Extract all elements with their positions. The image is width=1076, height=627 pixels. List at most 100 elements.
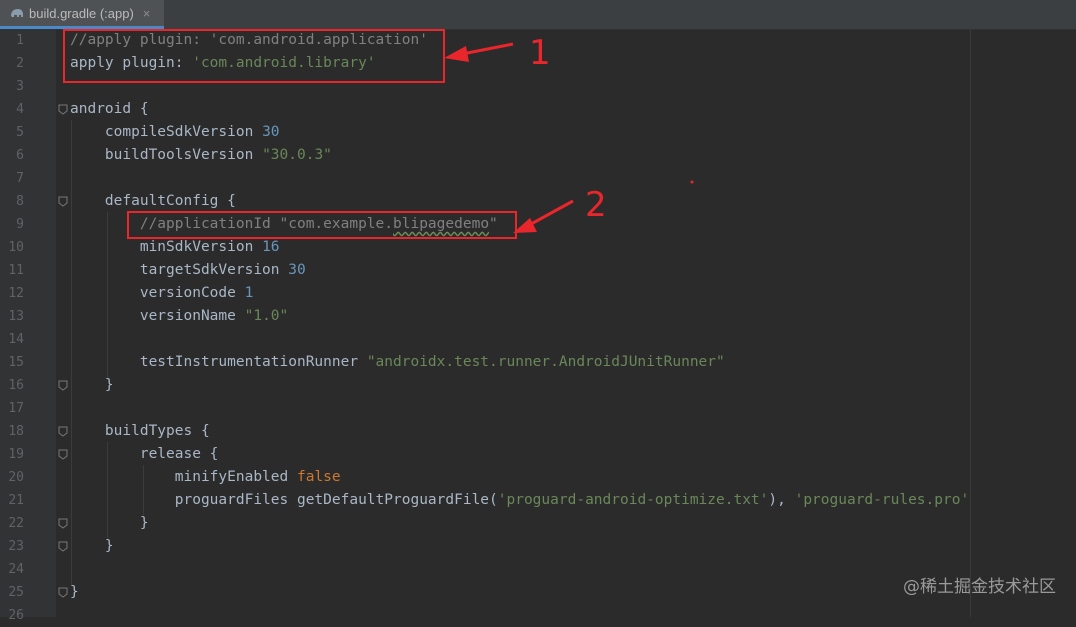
code-text: versionCode 1 bbox=[70, 282, 254, 305]
fold-marker-icon[interactable] bbox=[58, 380, 68, 391]
code-text: release { bbox=[70, 443, 219, 466]
line-number: 13 bbox=[8, 309, 24, 324]
fold-marker-icon[interactable] bbox=[58, 541, 68, 552]
code-token: minSdkVersion bbox=[70, 239, 263, 255]
code-token: targetSdkVersion bbox=[70, 262, 289, 278]
fold-marker-icon[interactable] bbox=[58, 426, 68, 437]
line-number: 23 bbox=[8, 539, 24, 554]
code-text: } bbox=[70, 512, 149, 535]
code-token: defaultConfig { bbox=[70, 193, 236, 209]
line-number: 12 bbox=[8, 286, 24, 301]
code-line: 12 versionCode 1 bbox=[0, 282, 1076, 305]
code-line: 26 bbox=[0, 604, 1076, 627]
fold-marker-icon[interactable] bbox=[58, 518, 68, 529]
code-line: 14 bbox=[0, 328, 1076, 351]
code-line: 17 bbox=[0, 397, 1076, 420]
line-number: 19 bbox=[8, 447, 24, 462]
line-number: 26 bbox=[8, 608, 24, 623]
code-text: proguardFiles getDefaultProguardFile('pr… bbox=[70, 489, 969, 512]
fold-marker-icon[interactable] bbox=[58, 104, 68, 115]
code-token: } bbox=[70, 584, 79, 600]
code-token: 30 bbox=[288, 262, 306, 278]
code-token: buildTypes { bbox=[70, 423, 210, 439]
code-text: compileSdkVersion 30 bbox=[70, 121, 280, 144]
code-token: } bbox=[70, 538, 114, 554]
line-number: 7 bbox=[16, 171, 24, 186]
line-number: 15 bbox=[8, 355, 24, 370]
line-number: 9 bbox=[16, 217, 24, 232]
code-token: buildToolsVersion bbox=[70, 147, 263, 163]
fold-marker-icon[interactable] bbox=[58, 196, 68, 207]
code-line: 11 targetSdkVersion 30 bbox=[0, 259, 1076, 282]
code-line: 23 } bbox=[0, 535, 1076, 558]
tab-title: build.gradle (:app) bbox=[29, 5, 134, 21]
code-text: } bbox=[70, 535, 114, 558]
line-number: 8 bbox=[16, 194, 24, 209]
line-number: 11 bbox=[8, 263, 24, 278]
line-number: 18 bbox=[8, 424, 24, 439]
code-token: "30.0.3" bbox=[262, 147, 332, 163]
code-token: compileSdkVersion bbox=[70, 124, 263, 140]
code-token: release { bbox=[70, 446, 219, 462]
code-line: 7 bbox=[0, 167, 1076, 190]
code-token: android { bbox=[70, 101, 149, 117]
editor-tab-bar: build.gradle (:app) × bbox=[0, 0, 1076, 30]
code-token: 30 bbox=[262, 124, 280, 140]
code-line: 6 buildToolsVersion "30.0.3" bbox=[0, 144, 1076, 167]
watermark: @稀土掘金技术社区 bbox=[903, 577, 1056, 597]
code-token: } bbox=[70, 377, 114, 393]
code-line: 19 release { bbox=[0, 443, 1076, 466]
code-line: 4 android { bbox=[0, 98, 1076, 121]
code-token: "androidx.test.runner.AndroidJUnitRunner… bbox=[366, 354, 725, 370]
code-line: 13 versionName "1.0" bbox=[0, 305, 1076, 328]
code-line: 15 testInstrumentationRunner "androidx.t… bbox=[0, 351, 1076, 374]
code-line: 5 compileSdkVersion 30 bbox=[0, 121, 1076, 144]
code-token: testInstrumentationRunner bbox=[70, 354, 367, 370]
highlight-box-line-1-2 bbox=[63, 29, 445, 83]
code-text: buildTypes { bbox=[70, 420, 210, 443]
close-icon[interactable]: × bbox=[143, 6, 151, 21]
line-number: 10 bbox=[8, 240, 24, 255]
fold-marker-icon[interactable] bbox=[58, 587, 68, 598]
line-number: 2 bbox=[16, 56, 24, 71]
code-token: } bbox=[70, 515, 149, 531]
code-line: 20 minifyEnabled false bbox=[0, 466, 1076, 489]
line-number: 20 bbox=[8, 470, 24, 485]
code-text: buildToolsVersion "30.0.3" bbox=[70, 144, 332, 167]
code-token: versionCode bbox=[70, 285, 245, 301]
code-text: defaultConfig { bbox=[70, 190, 236, 213]
code-token: minifyEnabled bbox=[70, 469, 297, 485]
code-line: 16 } bbox=[0, 374, 1076, 397]
code-token: versionName bbox=[70, 308, 245, 324]
code-token: false bbox=[296, 469, 341, 485]
code-token: "1.0" bbox=[244, 308, 289, 324]
code-token: proguardFiles getDefaultProguardFile( bbox=[70, 492, 498, 508]
code-token: 16 bbox=[262, 239, 280, 255]
code-line: 18 buildTypes { bbox=[0, 420, 1076, 443]
gradle-elephant-icon bbox=[11, 9, 23, 17]
line-number: 22 bbox=[8, 516, 24, 531]
code-text: android { bbox=[70, 98, 149, 121]
code-token: 1 bbox=[244, 285, 254, 301]
code-line: 10 minSdkVersion 16 bbox=[0, 236, 1076, 259]
highlight-box-line-9 bbox=[127, 211, 517, 239]
code-text: versionName "1.0" bbox=[70, 305, 288, 328]
code-text: minifyEnabled false bbox=[70, 466, 341, 489]
line-number: 3 bbox=[16, 79, 24, 94]
line-number: 5 bbox=[16, 125, 24, 140]
line-number: 17 bbox=[8, 401, 24, 416]
code-text: minSdkVersion 16 bbox=[70, 236, 280, 259]
code-text: targetSdkVersion 30 bbox=[70, 259, 306, 282]
code-token: 'proguard-android-optimize.txt' bbox=[497, 492, 769, 508]
line-number: 24 bbox=[8, 562, 24, 577]
fold-marker-icon[interactable] bbox=[58, 449, 68, 460]
line-number: 4 bbox=[16, 102, 24, 117]
line-number: 25 bbox=[8, 585, 24, 600]
line-number: 6 bbox=[16, 148, 24, 163]
code-line: 8 defaultConfig { bbox=[0, 190, 1076, 213]
code-text: } bbox=[70, 374, 114, 397]
tab-build-gradle[interactable]: build.gradle (:app) × bbox=[0, 0, 164, 29]
line-number: 21 bbox=[8, 493, 24, 508]
code-token: 'proguard-rules.pro' bbox=[794, 492, 970, 508]
code-text: } bbox=[70, 581, 79, 604]
